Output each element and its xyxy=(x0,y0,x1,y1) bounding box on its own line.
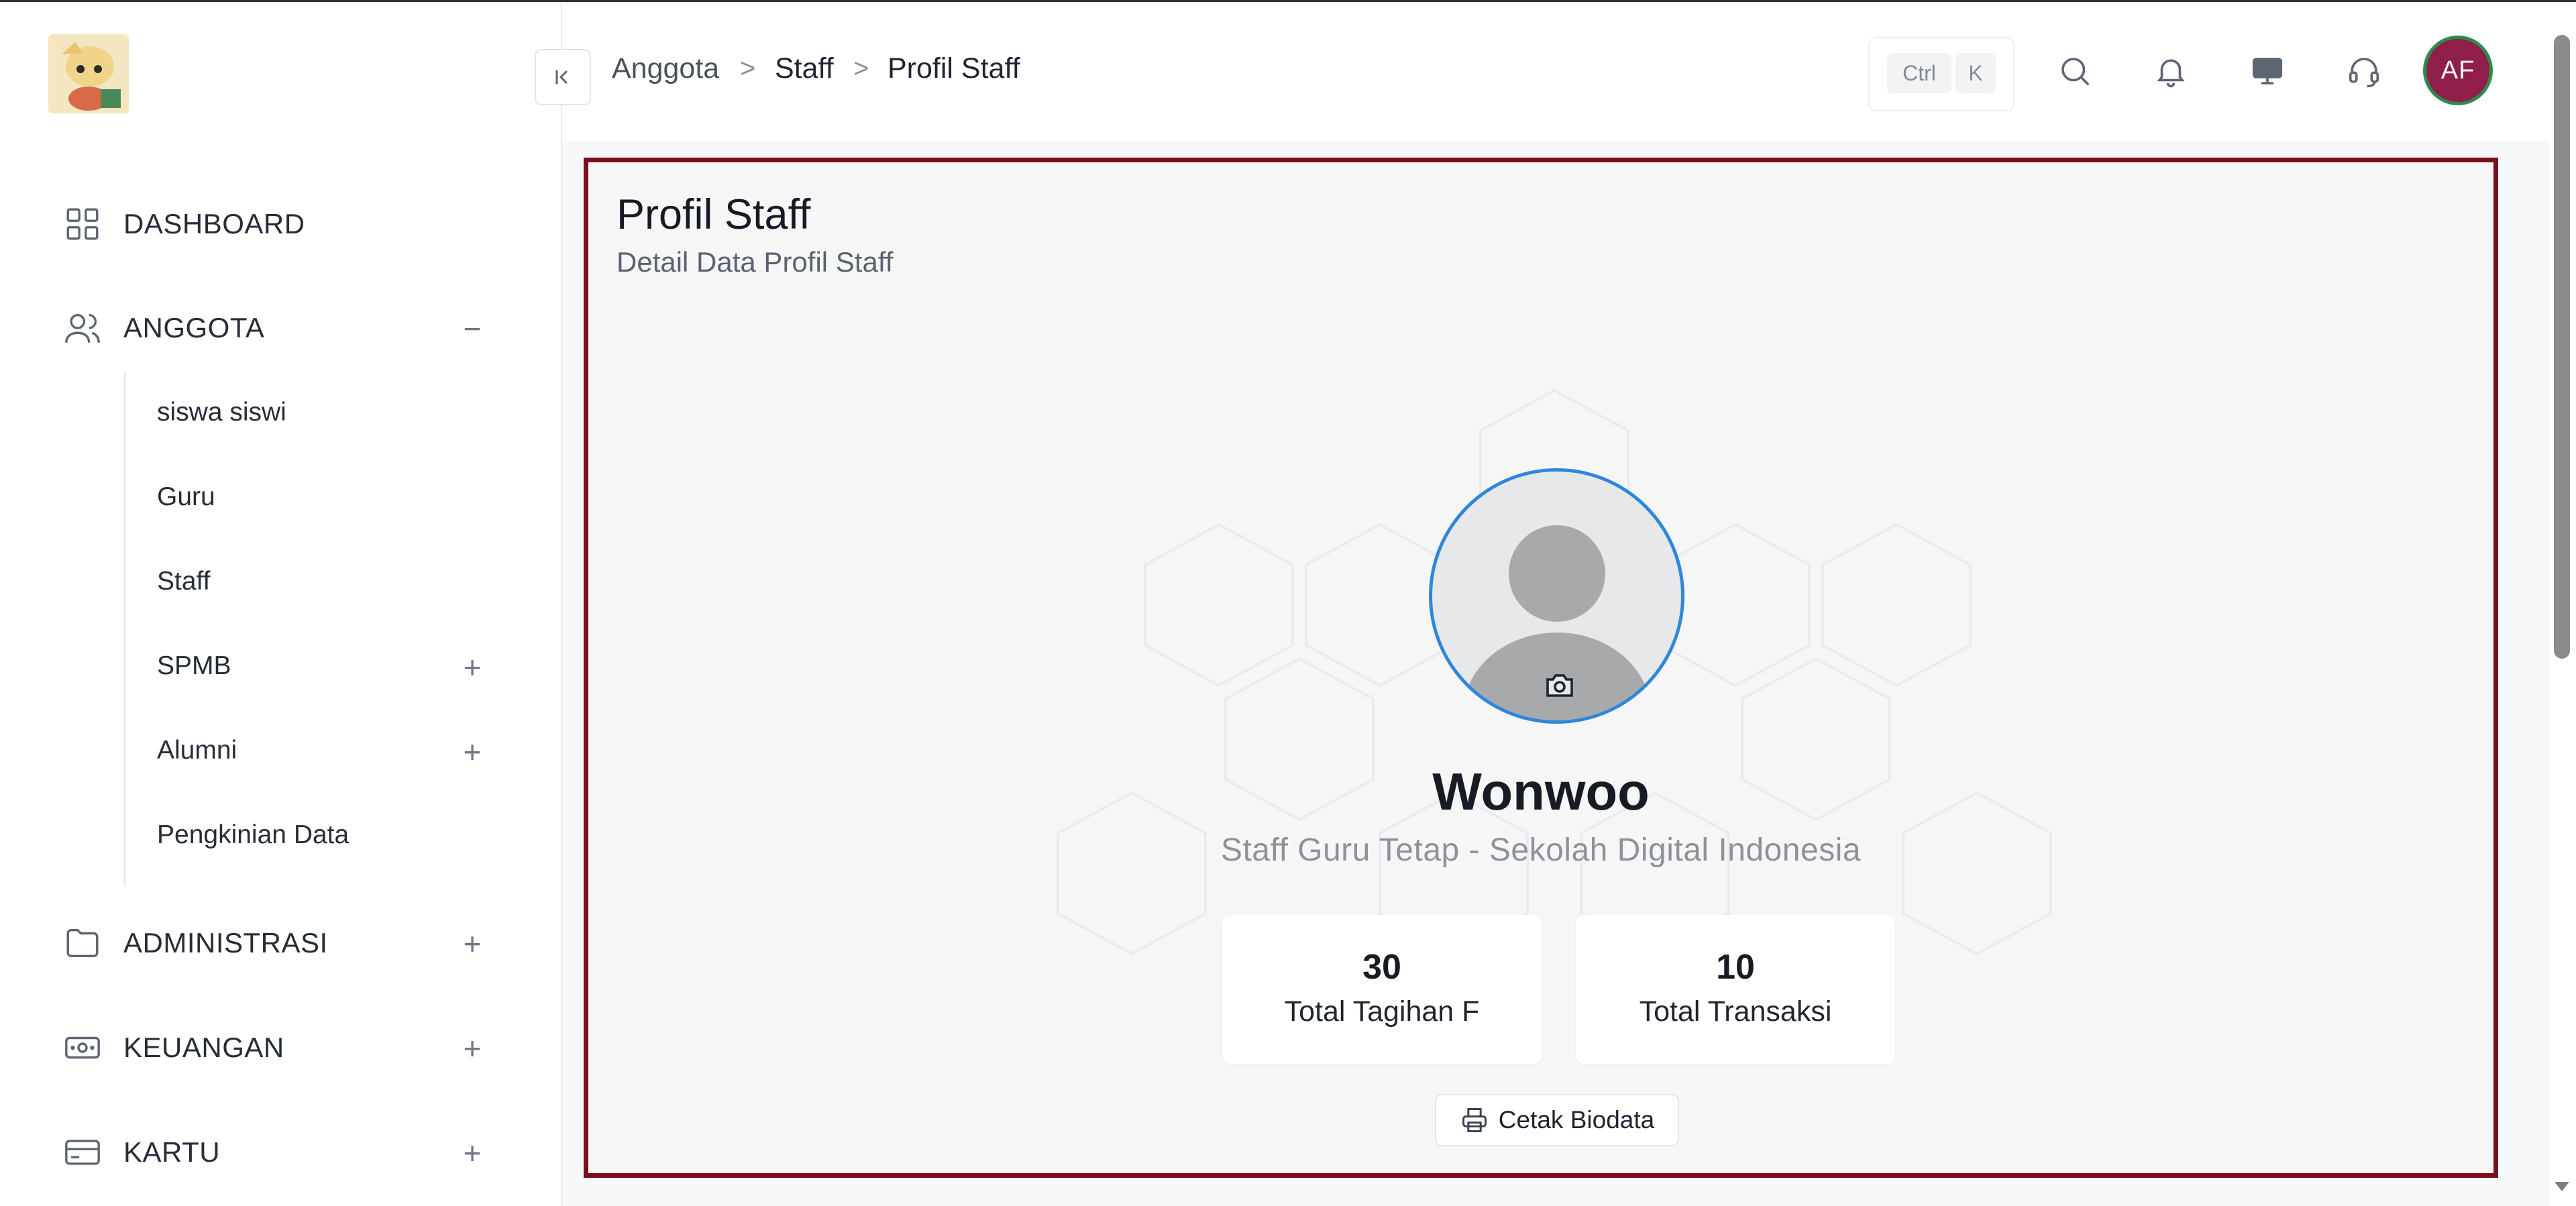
sidebar-item-label: KEUANGAN xyxy=(123,1032,284,1063)
sidebar-item-anggota[interactable]: ANGGOTA xyxy=(62,307,264,349)
subitem-guru[interactable]: Guru xyxy=(157,482,215,512)
sidebar-item-dashboard[interactable]: DASHBOARD xyxy=(62,203,305,245)
sidebar-item-label: DASHBOARD xyxy=(123,208,305,239)
expand-toggle[interactable]: + xyxy=(456,736,488,768)
profile-photo[interactable] xyxy=(1429,468,1684,724)
profile-role: Staff Guru Tetap - Sekolah Digital Indon… xyxy=(1220,832,1862,868)
app-logo[interactable] xyxy=(48,34,129,113)
scroll-down-arrow[interactable] xyxy=(2555,1182,2569,1191)
printer-icon xyxy=(1462,1108,1487,1132)
sidebar-item-keuangan[interactable]: KEUANGAN xyxy=(62,1027,284,1068)
breadcrumb-separator: > xyxy=(853,54,869,83)
subitem-siswa-siswi[interactable]: siswa siswi xyxy=(157,398,286,427)
search-icon[interactable] xyxy=(2054,50,2096,92)
breadcrumb-anggota[interactable]: Anggota xyxy=(612,52,719,85)
expand-toggle[interactable]: + xyxy=(456,651,488,683)
collapse-sidebar-button[interactable] xyxy=(535,49,591,105)
breadcrumb-profil-staff: Profil Staff xyxy=(888,52,1020,85)
sidebar-item-kartu[interactable]: KARTU xyxy=(62,1132,220,1173)
profile-name: Wonwoo xyxy=(1432,762,1650,821)
subitem-spmb[interactable]: SPMB xyxy=(157,651,231,681)
scrollbar-thumb[interactable] xyxy=(2554,35,2570,659)
subitem-alumni[interactable]: Alumni xyxy=(157,736,237,765)
stat-value: 30 xyxy=(1362,948,1401,987)
stat-label: Total Transaksi xyxy=(1639,995,1832,1028)
command-shortcut[interactable]: Ctrl K xyxy=(1868,37,2015,111)
sidebar-item-label: ANGGOTA xyxy=(123,312,265,343)
users-icon xyxy=(62,307,103,349)
key-k: K xyxy=(1955,53,1996,93)
collapse-toggle[interactable]: − xyxy=(456,313,488,345)
sidebar-item-label: ADMINISTRASI xyxy=(123,927,328,958)
subitem-pengkinian-data[interactable]: Pengkinian Data xyxy=(157,820,349,850)
camera-icon[interactable] xyxy=(1544,671,1576,698)
stat-value: 10 xyxy=(1716,948,1755,987)
breadcrumb-separator: > xyxy=(740,54,756,83)
folder-icon xyxy=(62,922,103,964)
breadcrumb-staff[interactable]: Staff xyxy=(775,52,834,85)
expand-toggle[interactable]: + xyxy=(456,1032,488,1064)
stat-label: Total Tagihan F xyxy=(1284,995,1480,1028)
banknote-icon xyxy=(62,1027,103,1068)
stat-card-tagihan: 30 Total Tagihan F xyxy=(1222,915,1542,1064)
headset-icon[interactable] xyxy=(2343,50,2385,92)
page-subtitle: Detail Data Profil Staff xyxy=(616,246,894,278)
profile-panel: Profil Staff Detail Data Profil Staff Wo… xyxy=(584,158,2498,1178)
stat-card-transaksi: 10 Total Transaksi xyxy=(1576,915,1895,1064)
print-biodata-button[interactable]: Cetak Biodata xyxy=(1435,1094,1679,1146)
sidebar-item-label: KARTU xyxy=(123,1136,221,1168)
chevron-left-bar-icon xyxy=(555,70,568,85)
print-button-label: Cetak Biodata xyxy=(1498,1106,1655,1134)
expand-toggle[interactable]: + xyxy=(456,1137,488,1169)
subitem-staff[interactable]: Staff xyxy=(157,567,211,596)
grid-icon xyxy=(62,203,103,245)
submenu-divider xyxy=(124,372,125,886)
sidebar: DASHBOARD ANGGOTA − siswa siswi Guru Sta… xyxy=(0,2,562,1206)
bell-icon[interactable] xyxy=(2150,50,2192,92)
page-title: Profil Staff xyxy=(616,191,811,238)
card-icon xyxy=(62,1132,103,1173)
key-ctrl: Ctrl xyxy=(1887,53,1951,93)
expand-toggle[interactable]: + xyxy=(456,928,488,960)
monitor-icon[interactable] xyxy=(2247,50,2288,92)
sidebar-item-administrasi[interactable]: ADMINISTRASI xyxy=(62,922,328,964)
user-avatar[interactable]: AF xyxy=(2423,36,2493,105)
